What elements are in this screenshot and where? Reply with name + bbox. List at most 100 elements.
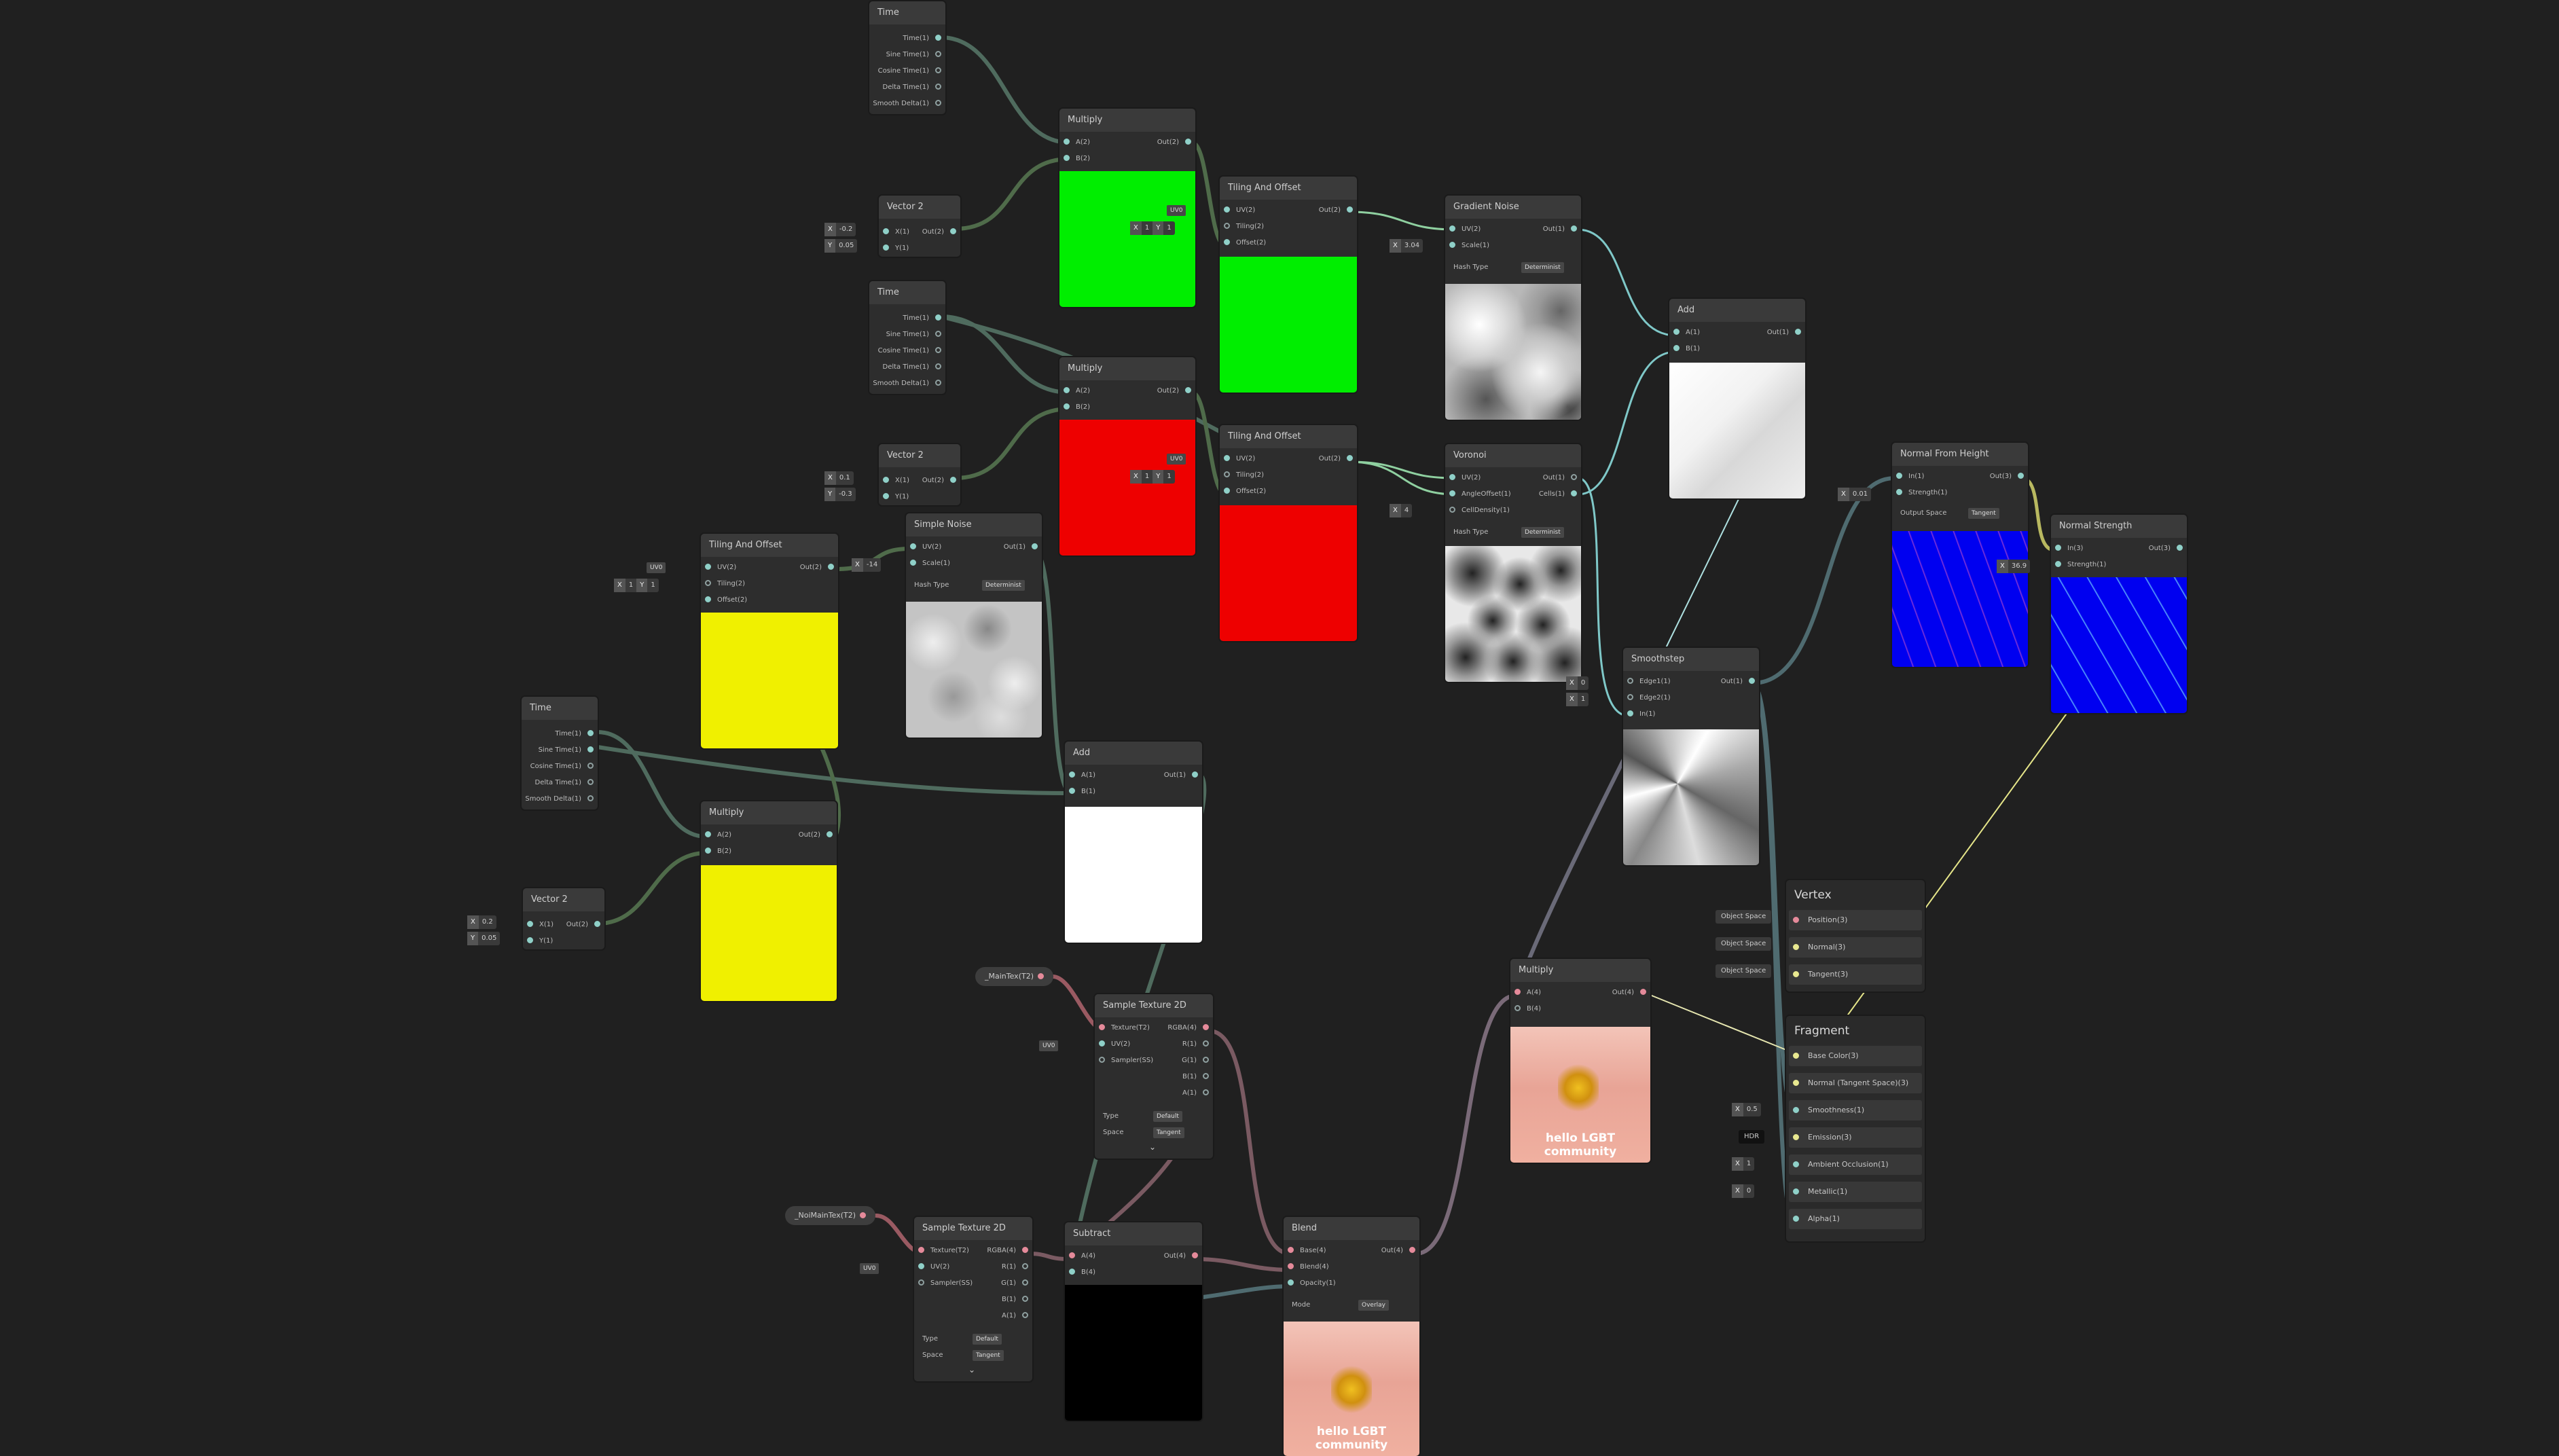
scale-field[interactable]: X 3.04: [1390, 239, 1423, 253]
a-input[interactable]: A(1): [1069, 767, 1095, 784]
tiling-output[interactable]: Out(2): [1319, 202, 1353, 219]
angle-offset-input[interactable]: AngleOffset(1): [1449, 486, 1511, 503]
blend-node[interactable]: Blend Base(4) Blend(4) Opacity(1) Out(4)…: [1284, 1217, 1419, 1456]
y-input[interactable]: Y(1): [883, 489, 909, 505]
g-output[interactable]: G(1): [1001, 1275, 1028, 1292]
output-space-dropdown[interactable]: Tangent: [1968, 508, 1999, 519]
multiply-output[interactable]: Out(2): [799, 827, 833, 843]
b-output[interactable]: B(1): [1182, 1069, 1209, 1085]
subtract-output[interactable]: Out(4): [1164, 1248, 1198, 1264]
time-node[interactable]: Time Time(1) Sine Time(1) Cosine Time(1)…: [869, 281, 945, 394]
b-input[interactable]: B(1): [1673, 341, 1700, 357]
rgba-output[interactable]: RGBA(4): [1167, 1020, 1209, 1036]
time-output[interactable]: Time(1): [555, 726, 594, 742]
edge2-input[interactable]: Edge2(1): [1627, 690, 1671, 706]
cells-output[interactable]: Cells(1): [1539, 486, 1577, 503]
scale-input[interactable]: Scale(1): [1449, 238, 1489, 254]
normal-strength-output[interactable]: Out(3): [2149, 541, 2183, 557]
b-input[interactable]: B(4): [1514, 1001, 1541, 1017]
cosine-time-output[interactable]: Cosine Time(1): [878, 343, 941, 359]
hash-type-dropdown[interactable]: Determinist: [982, 580, 1025, 591]
sample-texture-2d-node[interactable]: Sample Texture 2D Texture(T2) UV(2) Samp…: [914, 1217, 1032, 1381]
a-input[interactable]: A(4): [1514, 985, 1541, 1001]
strength-field[interactable]: X 36.9: [1997, 560, 2031, 573]
b-output[interactable]: B(1): [1002, 1292, 1028, 1308]
subtract-node[interactable]: Subtract A(4) B(4) Out(4): [1065, 1222, 1202, 1421]
chevron-down-icon[interactable]: ⌄: [968, 1365, 975, 1375]
type-dropdown[interactable]: Default: [973, 1334, 1002, 1345]
a-input[interactable]: A(2): [1064, 383, 1090, 399]
cosine-time-output[interactable]: Cosine Time(1): [878, 63, 941, 79]
x-input[interactable]: X(1): [883, 473, 909, 489]
vector2-node[interactable]: Vector 2 X(1) Y(1) Out(2): [523, 888, 604, 949]
tiling-output[interactable]: Out(2): [1319, 451, 1353, 467]
uv-channel-dropdown[interactable]: UV0: [1167, 454, 1186, 465]
b-input[interactable]: B(1): [1069, 784, 1095, 800]
smooth-delta-output[interactable]: Smooth Delta(1): [873, 96, 941, 112]
rgba-output[interactable]: RGBA(4): [987, 1243, 1028, 1259]
type-dropdown[interactable]: Default: [1153, 1111, 1182, 1122]
delta-time-output[interactable]: Delta Time(1): [883, 359, 941, 376]
edge1-field[interactable]: X0: [1566, 676, 1589, 690]
cell-density-field[interactable]: X4: [1390, 504, 1413, 517]
strength-input[interactable]: Strength(1): [2055, 557, 2106, 573]
add-node[interactable]: Add A(1) B(1) Out(1): [1669, 299, 1805, 498]
blend-input[interactable]: Blend(4): [1288, 1259, 1329, 1275]
uv-channel-dropdown[interactable]: UV0: [1167, 205, 1186, 216]
hash-type-dropdown[interactable]: Determinist: [1521, 262, 1564, 273]
add-output[interactable]: Out(1): [1767, 325, 1801, 341]
base-input[interactable]: Base(4): [1288, 1243, 1326, 1259]
in-input[interactable]: In(3): [2055, 541, 2083, 557]
b-input[interactable]: B(4): [1069, 1264, 1095, 1281]
sample-texture-2d-node[interactable]: Sample Texture 2D Texture(T2) UV(2) Samp…: [1095, 994, 1213, 1159]
a-input[interactable]: A(1): [1673, 325, 1700, 341]
tiling-input[interactable]: Tiling(2): [705, 576, 745, 592]
position-slot[interactable]: Position(3): [1789, 910, 1922, 930]
gradient-noise-node[interactable]: Gradient Noise UV(2) Scale(1) Out(1) Has…: [1445, 196, 1581, 420]
strength-input[interactable]: Strength(1): [1896, 485, 1947, 501]
sine-time-output[interactable]: Sine Time(1): [886, 47, 941, 63]
time-output[interactable]: Time(1): [903, 31, 941, 47]
vector-output[interactable]: Out(2): [922, 473, 956, 489]
multiply-node[interactable]: Multiply A(4) B(4) Out(4) hello LGBT com…: [1510, 959, 1650, 1163]
tiling-field[interactable]: X1Y1: [614, 579, 659, 592]
metallic-field[interactable]: X0: [1732, 1184, 1755, 1198]
cell-density-input[interactable]: CellDensity(1): [1449, 503, 1510, 519]
tiling-field[interactable]: X1Y1: [1130, 470, 1175, 484]
vector-output[interactable]: Out(2): [566, 917, 600, 933]
time-node[interactable]: Time Time(1) Sine Time(1) Cosine Time(1)…: [522, 697, 598, 809]
voronoi-output[interactable]: Out(1): [1543, 470, 1577, 486]
fragment-block[interactable]: Fragment Base Color(3) Normal (Tangent S…: [1786, 1016, 1925, 1241]
x-value-field[interactable]: X 0.2: [467, 915, 496, 929]
opacity-input[interactable]: Opacity(1): [1288, 1275, 1336, 1292]
smoothstep-node[interactable]: Smoothstep Edge1(1) Edge2(1) In(1) Out(1…: [1623, 648, 1759, 865]
a-input[interactable]: A(4): [1069, 1248, 1095, 1264]
y-value-field[interactable]: Y -0.3: [824, 488, 856, 501]
sine-time-output[interactable]: Sine Time(1): [539, 742, 594, 759]
space-dropdown[interactable]: Tangent: [1153, 1127, 1184, 1138]
uv-input[interactable]: UV(2): [1224, 202, 1255, 219]
normal-tangent-slot[interactable]: Normal (Tangent Space)(3): [1789, 1073, 1922, 1093]
a-output[interactable]: A(1): [1002, 1308, 1028, 1324]
smoothstep-output[interactable]: Out(1): [1721, 674, 1755, 690]
delta-time-output[interactable]: Delta Time(1): [535, 775, 594, 791]
uv-input[interactable]: UV(2): [1224, 451, 1255, 467]
smooth-delta-output[interactable]: Smooth Delta(1): [873, 376, 941, 392]
texture-input[interactable]: Texture(T2): [918, 1243, 969, 1259]
in-input[interactable]: In(1): [1896, 469, 1924, 485]
add-output[interactable]: Out(1): [1164, 767, 1198, 784]
cosine-time-output[interactable]: Cosine Time(1): [530, 759, 594, 775]
time-node[interactable]: Time Time(1) Sine Time(1) Cosine Time(1)…: [869, 1, 945, 114]
voronoi-node[interactable]: Voronoi UV(2) AngleOffset(1) CellDensity…: [1445, 444, 1581, 682]
x-value-field[interactable]: X -0.2: [824, 223, 856, 236]
y-input[interactable]: Y(1): [527, 933, 553, 949]
object-space-field[interactable]: Object Space: [1716, 937, 1772, 951]
strength-field[interactable]: X 0.01: [1838, 488, 1872, 501]
smoothness-slot[interactable]: Smoothness(1): [1789, 1100, 1922, 1121]
sampler-input[interactable]: Sampler(SS): [918, 1275, 973, 1292]
b-input[interactable]: B(2): [1064, 399, 1090, 416]
normal-from-height-node[interactable]: Normal From Height In(1) Strength(1) Out…: [1892, 443, 2028, 667]
b-input[interactable]: B(2): [705, 843, 731, 860]
time-output[interactable]: Time(1): [903, 310, 941, 327]
r-output[interactable]: R(1): [1182, 1036, 1209, 1053]
